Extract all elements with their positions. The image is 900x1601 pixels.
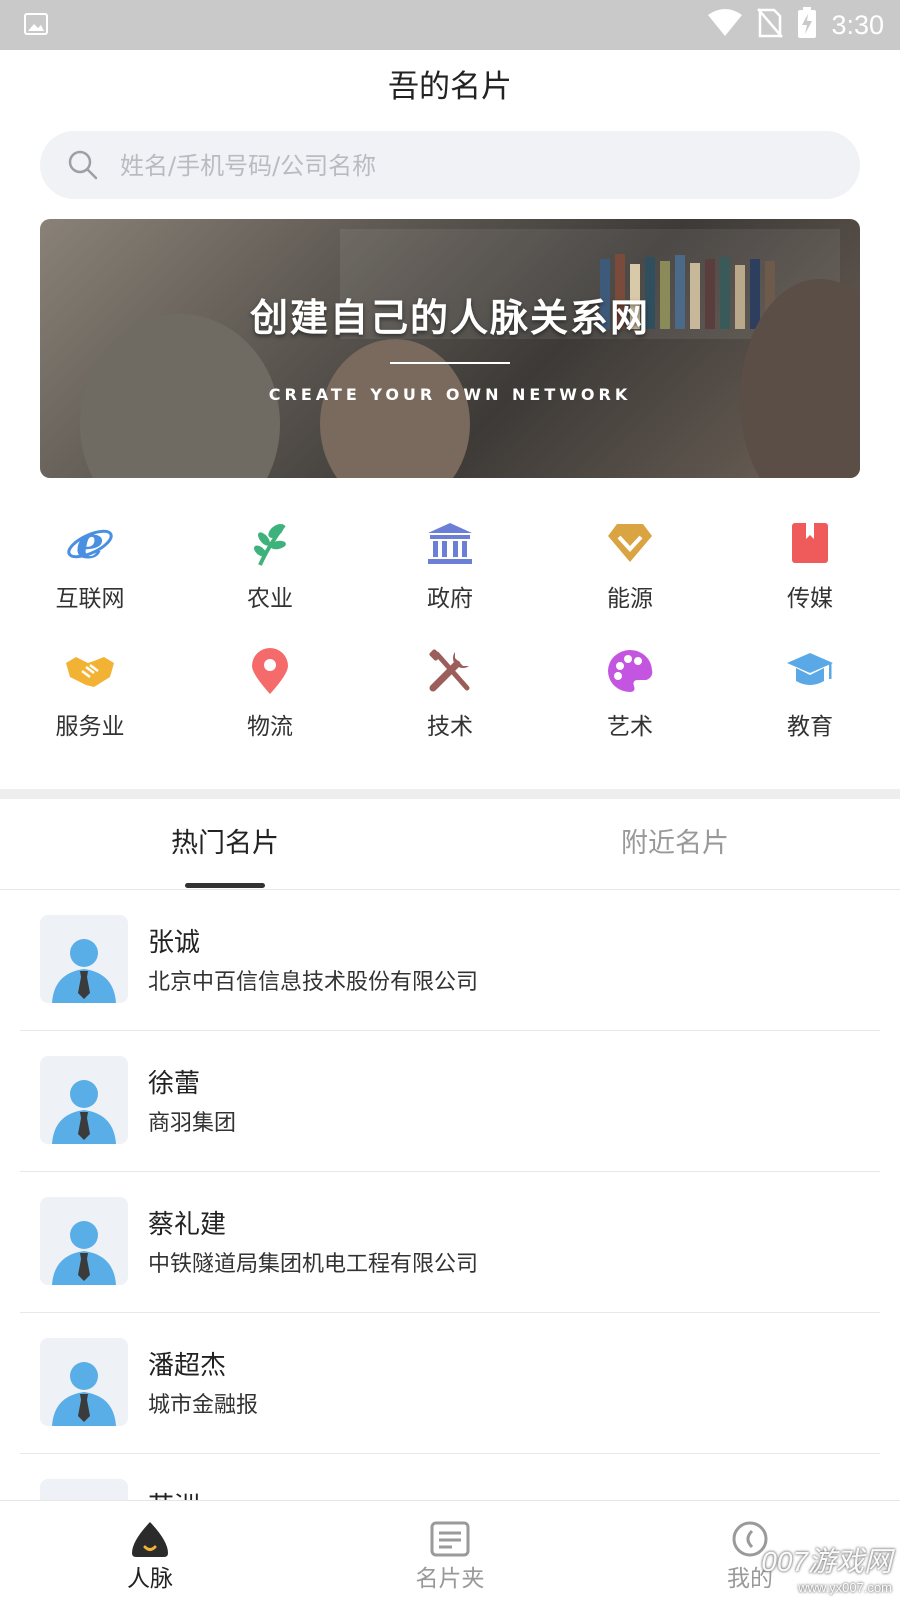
nav-card-holder[interactable]: 名片夹 (300, 1501, 600, 1601)
tools-icon (424, 645, 476, 697)
category-media[interactable]: 传媒 (720, 505, 900, 633)
nav-network[interactable]: 人脉 (0, 1501, 300, 1601)
location-pin-icon (244, 645, 296, 697)
category-energy[interactable]: 能源 (540, 505, 720, 633)
avatar (40, 1479, 128, 1500)
category-label: 政府 (427, 586, 473, 612)
avatar (40, 1056, 128, 1144)
category-technology[interactable]: 技术 (360, 633, 540, 761)
section-divider (0, 789, 900, 799)
contact-name: 蔡礼建 (148, 1210, 227, 1240)
no-sim-icon (757, 8, 784, 42)
handshake-icon (64, 645, 116, 697)
card-holder-icon (428, 1519, 472, 1559)
search-icon (68, 150, 98, 184)
list-item[interactable]: 徐蕾 商羽集团 (0, 1031, 900, 1172)
network-icon (128, 1519, 172, 1559)
search-input[interactable] (118, 131, 822, 201)
category-label: 技术 (427, 714, 473, 740)
category-label: 服务业 (55, 714, 125, 740)
banner-divider (390, 362, 510, 364)
contact-company: 中铁隧道局集团机电工程有限公司 (148, 1252, 479, 1277)
contact-name: 潘超杰 (148, 1351, 227, 1381)
category-label: 能源 (607, 586, 653, 612)
search-bar[interactable] (40, 131, 860, 201)
promo-banner[interactable]: 创建自己的人脉关系网 CREATE YOUR OWN NETWORK (40, 219, 860, 478)
category-logistics[interactable]: 物流 (180, 633, 360, 761)
category-label: 物流 (247, 714, 293, 740)
status-time: 3:30 (831, 9, 884, 40)
active-tab-indicator (185, 883, 265, 888)
list-item[interactable]: 苏洲 (0, 1454, 900, 1500)
contact-list: 张诚 北京中百信信息技术股份有限公司 徐蕾 商羽集团 蔡礼建 中铁隧道局集团机电… (0, 890, 900, 1500)
category-education[interactable]: 教育 (720, 633, 900, 761)
diamond-icon (604, 517, 656, 569)
title-bar: 吾的名片 (0, 50, 900, 124)
contact-name: 苏洲 (148, 1486, 200, 1500)
government-building-icon (424, 517, 476, 569)
image-notification-icon (24, 12, 48, 40)
nav-label: 名片夹 (415, 1566, 485, 1592)
category-label: 农业 (247, 586, 293, 612)
wifi-icon (707, 9, 743, 41)
banner-subheading: CREATE YOUR OWN NETWORK (268, 385, 632, 404)
contact-company: 城市金融报 (148, 1393, 259, 1418)
category-government[interactable]: 政府 (360, 505, 540, 633)
category-internet[interactable]: e 互联网 (0, 505, 180, 633)
category-grid: e 互联网 农业 政府 能源 传媒 服务业 物流 技术 艺术 教育 (0, 505, 900, 761)
category-service[interactable]: 服务业 (0, 633, 180, 761)
battery-charging-icon (797, 7, 817, 43)
book-icon (784, 517, 836, 569)
svg-text:e: e (76, 518, 104, 568)
graduation-cap-icon (784, 645, 836, 697)
bottom-navigation: 人脉 名片夹 我的 007游戏网 www.yx007.com (0, 1500, 900, 1601)
category-label: 教育 (787, 714, 833, 740)
card-tabs: 热门名片 附近名片 (0, 799, 900, 890)
category-label: 艺术 (607, 714, 653, 740)
contact-company: 商羽集团 (148, 1111, 237, 1136)
contact-name: 张诚 (148, 928, 201, 958)
watermark: 007游戏网 www.yx007.com (761, 1540, 892, 1595)
category-label: 传媒 (787, 586, 833, 612)
contact-name: 徐蕾 (148, 1069, 201, 1099)
palette-icon (604, 645, 656, 697)
leaf-icon (244, 517, 296, 569)
banner-heading: 创建自己的人脉关系网 (249, 295, 650, 340)
avatar (40, 1197, 128, 1285)
status-bar: 3:30 (0, 0, 900, 50)
nav-label: 人脉 (127, 1566, 173, 1592)
avatar (40, 1338, 128, 1426)
list-item[interactable]: 潘超杰 城市金融报 (0, 1313, 900, 1454)
list-item[interactable]: 蔡礼建 中铁隧道局集团机电工程有限公司 (0, 1172, 900, 1313)
avatar (40, 915, 128, 1003)
tab-nearby-cards[interactable]: 附近名片 (450, 799, 900, 889)
category-agriculture[interactable]: 农业 (180, 505, 360, 633)
category-label: 互联网 (55, 586, 125, 612)
watermark-title: 007游戏网 (761, 1546, 892, 1577)
internet-explorer-icon: e (64, 517, 116, 569)
category-art[interactable]: 艺术 (540, 633, 720, 761)
page-title: 吾的名片 (388, 69, 512, 105)
watermark-url: www.yx007.com (798, 1580, 892, 1595)
list-item[interactable]: 张诚 北京中百信信息技术股份有限公司 (0, 890, 900, 1031)
tab-hot-cards[interactable]: 热门名片 (0, 799, 450, 889)
contact-company: 北京中百信信息技术股份有限公司 (148, 970, 479, 995)
